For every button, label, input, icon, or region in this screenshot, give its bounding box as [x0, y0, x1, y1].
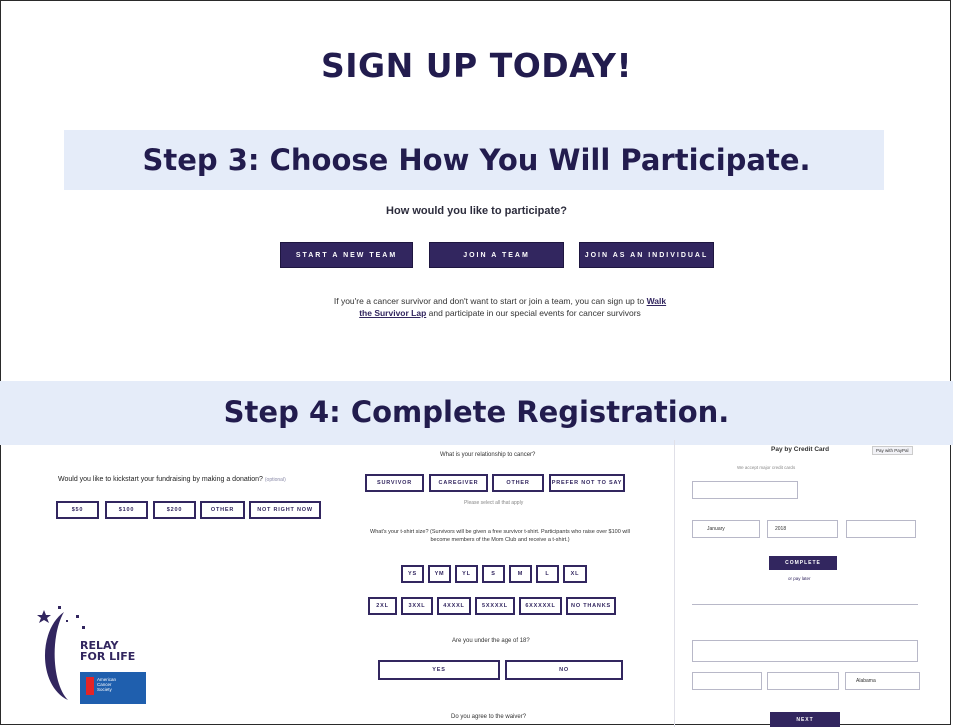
relation-prefer-not-button[interactable]: PREFER NOT TO SAY: [549, 474, 625, 492]
size-4xl-button[interactable]: 4XXXL: [437, 597, 471, 615]
payment-title: Pay by Credit Card: [771, 446, 830, 453]
relay-for-life-logo: RELAY FOR LIFE American Cancer Society: [36, 600, 152, 710]
participate-question: How would you like to participate?: [386, 205, 567, 217]
age-yes-button[interactable]: YES: [378, 660, 500, 680]
page-title: SIGN UP TODAY!: [321, 46, 632, 85]
waiver-question: Do you agree to the waiver?: [451, 714, 527, 720]
size-no-thanks-button[interactable]: NO THANKS: [566, 597, 616, 615]
size-6xl-button[interactable]: 6XXXXXL: [519, 597, 562, 615]
donate-50-button[interactable]: $50: [56, 501, 99, 519]
address-field[interactable]: [692, 640, 918, 662]
exp-month-select[interactable]: January: [692, 520, 760, 538]
step3-heading: Step 3: Choose How You Will Participate.: [142, 143, 811, 177]
donate-100-button[interactable]: $100: [105, 501, 148, 519]
logo-wordmark: RELAY FOR LIFE: [80, 639, 136, 663]
age-no-button[interactable]: NO: [505, 660, 623, 680]
size-s-button[interactable]: S: [482, 565, 505, 583]
size-ys-button[interactable]: YS: [401, 565, 424, 583]
zip-field[interactable]: [767, 672, 839, 690]
exp-month-label: [694, 510, 695, 516]
pay-later-link[interactable]: or pay later: [788, 576, 811, 581]
join-individual-button[interactable]: JOIN AS AN INDIVIDUAL: [579, 242, 714, 268]
size-xl-button[interactable]: XL: [563, 565, 587, 583]
relationship-hint: Please select all that apply: [464, 500, 524, 506]
complete-button[interactable]: COMPLETE: [769, 556, 837, 570]
age-question: Are you under the age of 18?: [452, 638, 530, 644]
relation-caregiver-button[interactable]: CAREGIVER: [429, 474, 488, 492]
relation-survivor-button[interactable]: SURVIVOR: [365, 474, 424, 492]
relation-other-button[interactable]: OTHER: [492, 474, 544, 492]
exp-year-select[interactable]: 2018: [767, 520, 838, 538]
shirt-question: What's your t-shirt size? (Survivors wil…: [370, 529, 630, 543]
logo-org: American Cancer Society: [97, 677, 117, 692]
email-field[interactable]: [692, 604, 918, 605]
start-new-team-button[interactable]: START A NEW TEAM: [280, 242, 413, 268]
size-3xl-button[interactable]: 3XXL: [401, 597, 433, 615]
donate-200-button[interactable]: $200: [153, 501, 196, 519]
card-number-field[interactable]: [692, 481, 798, 499]
cvv-field[interactable]: [846, 520, 916, 538]
size-m-button[interactable]: M: [509, 565, 532, 583]
size-5xl-button[interactable]: 5XXXXL: [475, 597, 515, 615]
paypal-badge[interactable]: Pay with PayPal: [872, 446, 913, 455]
city-field[interactable]: [692, 672, 762, 690]
size-2xl-button[interactable]: 2XL: [368, 597, 397, 615]
join-team-button[interactable]: JOIN A TEAM: [429, 242, 564, 268]
next-button[interactable]: NEXT: [770, 712, 840, 727]
secure-note: We accept major credit cards: [737, 465, 796, 470]
step4-heading: Step 4: Complete Registration.: [223, 395, 730, 429]
survivor-note: If you're a cancer survivor and don't wa…: [333, 296, 667, 318]
size-yl-button[interactable]: YL: [455, 565, 478, 583]
relationship-question: What is your relationship to cancer?: [440, 452, 536, 458]
donation-question: Would you like to kickstart your fundrai…: [58, 476, 286, 483]
size-ym-button[interactable]: YM: [428, 565, 451, 583]
state-select[interactable]: Alabama: [845, 672, 920, 690]
donate-other-button[interactable]: OTHER: [200, 501, 245, 519]
donate-not-now-button[interactable]: NOT RIGHT NOW: [249, 501, 321, 519]
size-l-button[interactable]: L: [536, 565, 559, 583]
